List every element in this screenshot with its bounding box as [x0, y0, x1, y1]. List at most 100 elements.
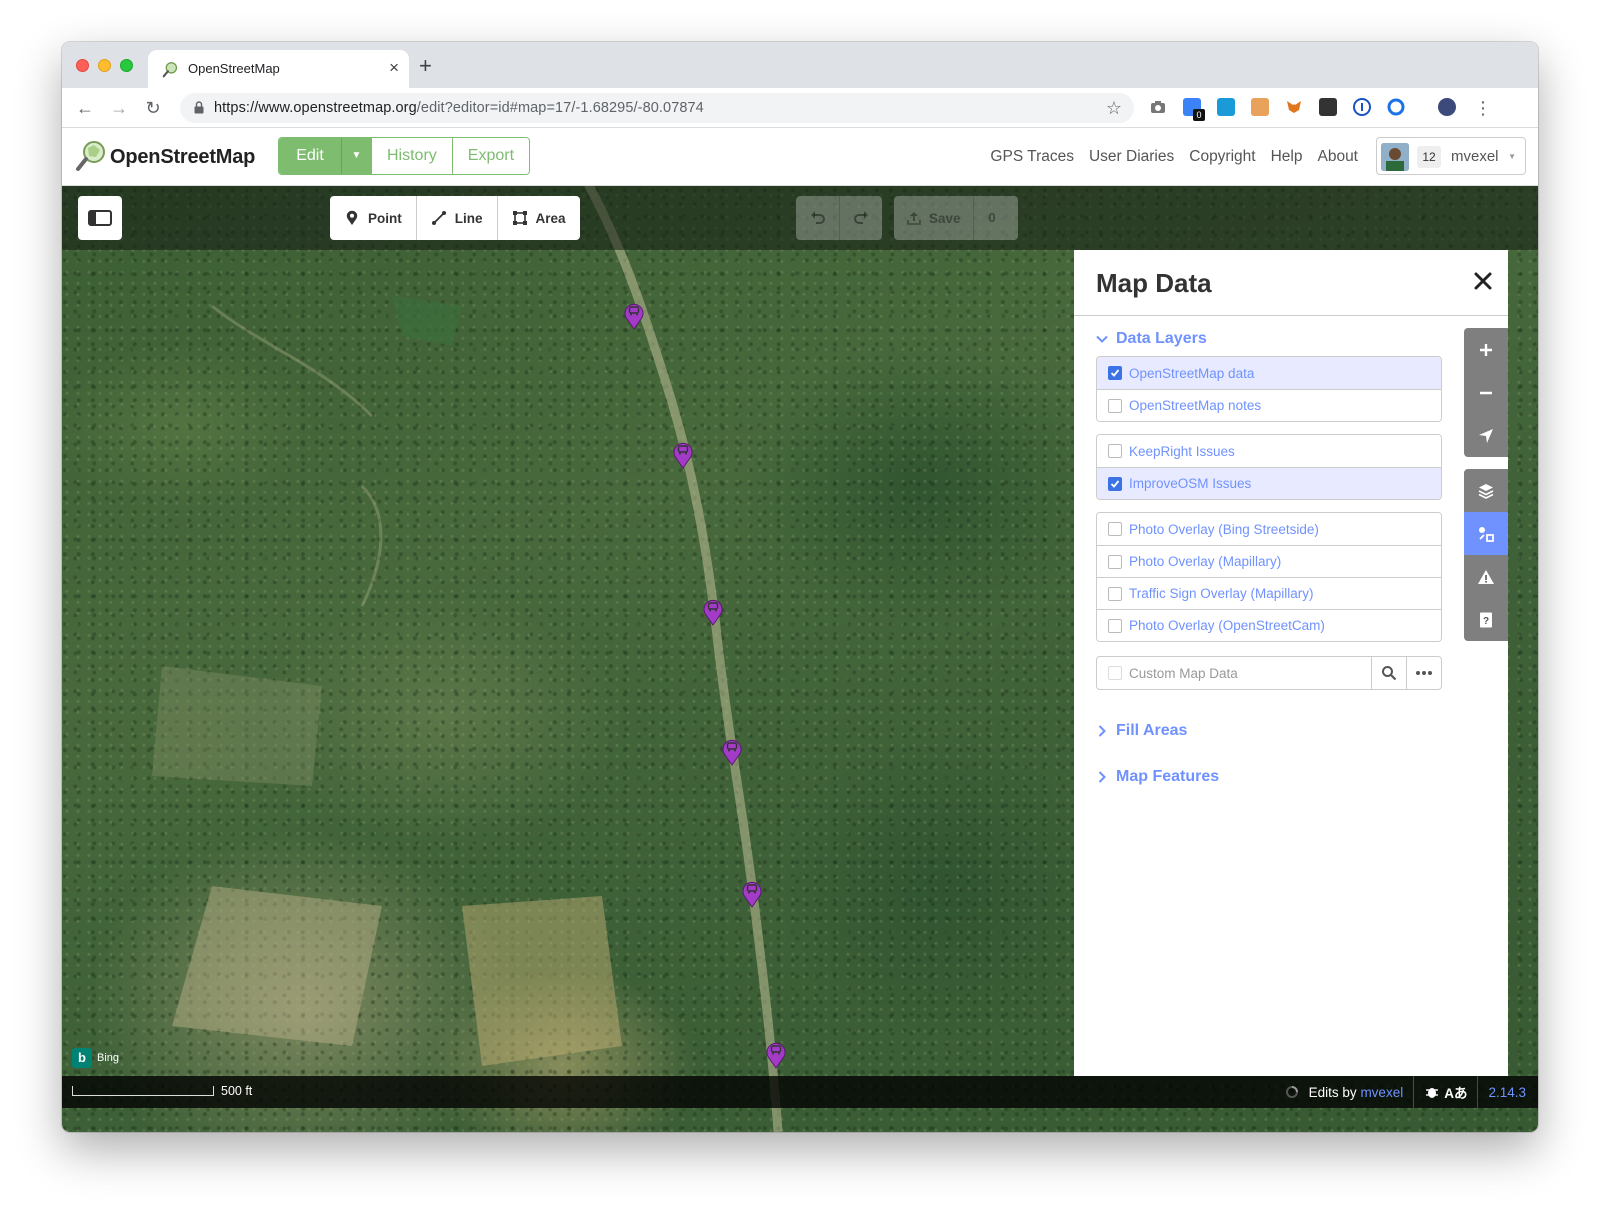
chevron-right-icon — [1098, 771, 1106, 783]
map-data-pane: Map Data Data Layers OpenStreetMap data … — [1074, 250, 1508, 1076]
minimize-window-button[interactable] — [98, 59, 111, 72]
layer-mapillary-photos[interactable]: Photo Overlay (Mapillary) — [1097, 545, 1441, 577]
close-icon[interactable] — [1470, 268, 1496, 294]
issue-marker[interactable] — [721, 736, 743, 766]
media-extension-icon[interactable] — [1319, 98, 1337, 116]
zoom-out-button[interactable] — [1464, 371, 1508, 414]
checkbox-icon[interactable] — [1108, 586, 1122, 601]
version-link[interactable]: 2.14.3 — [1488, 1085, 1526, 1100]
issues-pane-button[interactable] — [1464, 555, 1508, 598]
history-button[interactable]: History — [371, 138, 452, 174]
nav-copyright[interactable]: Copyright — [1189, 148, 1255, 166]
add-point-button[interactable]: Point — [330, 196, 416, 240]
checkbox-icon[interactable] — [1108, 522, 1122, 536]
issue-marker[interactable] — [741, 878, 763, 908]
layer-label: ImproveOSM Issues — [1129, 476, 1252, 491]
zoom-to-data-button[interactable] — [1371, 657, 1406, 689]
geolocate-button[interactable] — [1464, 414, 1508, 457]
layer-label: Photo Overlay (Mapillary) — [1129, 554, 1282, 569]
layer-keepright[interactable]: KeepRight Issues — [1097, 435, 1441, 467]
accessibility-icon[interactable]: Aあ — [1444, 1082, 1467, 1102]
layer-osm-data[interactable]: OpenStreetMap data — [1097, 357, 1441, 389]
edit-button[interactable]: Edit — [279, 138, 341, 174]
layer-improveosm[interactable]: ImproveOSM Issues — [1097, 467, 1441, 499]
background-pane-button[interactable] — [1464, 469, 1508, 512]
data-layers-toggle[interactable]: Data Layers — [1096, 330, 1207, 348]
maximize-window-button[interactable] — [120, 59, 133, 72]
osm-logo-icon — [76, 141, 105, 171]
face-extension-icon[interactable] — [1251, 98, 1269, 116]
layer-label: OpenStreetMap data — [1129, 365, 1255, 381]
issue-marker[interactable] — [765, 1039, 787, 1069]
checkbox-icon[interactable] — [1108, 618, 1122, 633]
onepassword-icon[interactable] — [1353, 98, 1371, 116]
checkbox-icon[interactable] — [1108, 398, 1122, 413]
save-button[interactable]: Save — [894, 196, 973, 240]
custom-data-options-button[interactable] — [1406, 657, 1441, 689]
footer-info: Edits by mvexel Aあ 2.14.3 — [1285, 1076, 1526, 1108]
layer-bing-streetside[interactable]: Photo Overlay (Bing Streetside) — [1097, 513, 1441, 545]
sidebar-toggle-button[interactable] — [78, 196, 122, 240]
map-features-toggle[interactable]: Map Features — [1096, 768, 1219, 786]
redo-button[interactable] — [839, 196, 882, 240]
checkbox-icon[interactable] — [1108, 444, 1122, 458]
osm-brand[interactable]: OpenStreetMap — [110, 146, 255, 169]
edit-count: 0 — [972, 196, 1011, 240]
map-data-pane-button[interactable] — [1464, 512, 1508, 555]
user-menu[interactable]: 12 mvexel ▼ — [1376, 137, 1526, 175]
scale-bar[interactable] — [72, 1086, 214, 1096]
checkbox-icon[interactable] — [1108, 666, 1122, 680]
bug-report-icon[interactable] — [1424, 1084, 1440, 1100]
edit-dropdown-caret-icon[interactable]: ▼ — [341, 138, 371, 174]
issue-marker[interactable] — [702, 596, 724, 626]
layer-group-issues: KeepRight Issues ImproveOSM Issues — [1096, 434, 1442, 500]
issue-marker[interactable] — [672, 439, 694, 469]
layer-openstreetcam[interactable]: Photo Overlay (OpenStreetCam) — [1097, 609, 1441, 641]
new-tab-button[interactable]: + — [419, 54, 432, 78]
zoom-in-button[interactable] — [1464, 328, 1508, 371]
checkbox-checked-icon[interactable] — [1108, 366, 1122, 380]
upload-icon — [907, 212, 921, 225]
search-icon — [1382, 666, 1397, 681]
nav-user-diaries[interactable]: User Diaries — [1089, 148, 1174, 166]
checkbox-icon[interactable] — [1108, 554, 1122, 569]
nav-gps-traces[interactable]: GPS Traces — [990, 148, 1074, 166]
tab-close-icon[interactable]: × — [389, 58, 399, 78]
help-pane-button[interactable]: ? — [1464, 598, 1508, 641]
edit-button-group: Edit ▼ History Export — [278, 137, 531, 175]
close-window-button[interactable] — [76, 59, 89, 72]
fill-areas-toggle[interactable]: Fill Areas — [1096, 722, 1187, 740]
browser-menu-icon[interactable]: ⋮ — [1472, 97, 1494, 119]
forward-button[interactable]: → — [108, 97, 130, 119]
layer-mapillary-signs[interactable]: Traffic Sign Overlay (Mapillary) — [1097, 577, 1441, 609]
user-name: mvexel — [1451, 148, 1499, 165]
shield-extension-icon[interactable] — [1217, 98, 1235, 116]
add-area-button[interactable]: Area — [496, 196, 580, 240]
add-line-button[interactable]: Line — [415, 196, 497, 240]
user-caret-icon: ▼ — [1508, 152, 1516, 161]
profile-avatar[interactable] — [1438, 98, 1456, 116]
address-bar[interactable]: https://www.openstreetmap.org/edit?edito… — [180, 93, 1134, 123]
back-button[interactable]: ← — [74, 97, 96, 119]
extension-badge-icon[interactable]: 0 — [1183, 98, 1205, 121]
edits-by-user-link[interactable]: mvexel — [1360, 1085, 1403, 1100]
browser-tab[interactable]: OpenStreetMap × — [148, 50, 409, 88]
bookmark-star-icon[interactable]: ☆ — [1106, 98, 1122, 118]
ring-extension-icon[interactable] — [1387, 98, 1405, 116]
add-feature-modes: Point Line Area — [330, 196, 580, 240]
custom-map-data-toggle[interactable]: Custom Map Data — [1097, 657, 1371, 689]
plus-icon — [1480, 343, 1492, 356]
metamask-fox-icon[interactable] — [1285, 98, 1303, 116]
nav-about[interactable]: About — [1317, 148, 1358, 166]
imagery-attribution[interactable]: b Bing — [72, 1048, 119, 1068]
nav-help[interactable]: Help — [1271, 148, 1303, 166]
undo-redo-group — [796, 196, 882, 240]
checkbox-checked-icon[interactable] — [1108, 476, 1122, 491]
export-button[interactable]: Export — [451, 138, 530, 174]
undo-button[interactable] — [796, 196, 839, 240]
reload-button[interactable]: ↻ — [142, 97, 164, 119]
layer-osm-notes[interactable]: OpenStreetMap notes — [1097, 389, 1441, 421]
camera-extension-icon[interactable] — [1149, 98, 1167, 116]
issue-marker[interactable] — [623, 300, 645, 330]
custom-map-data-row: Custom Map Data — [1096, 656, 1442, 690]
